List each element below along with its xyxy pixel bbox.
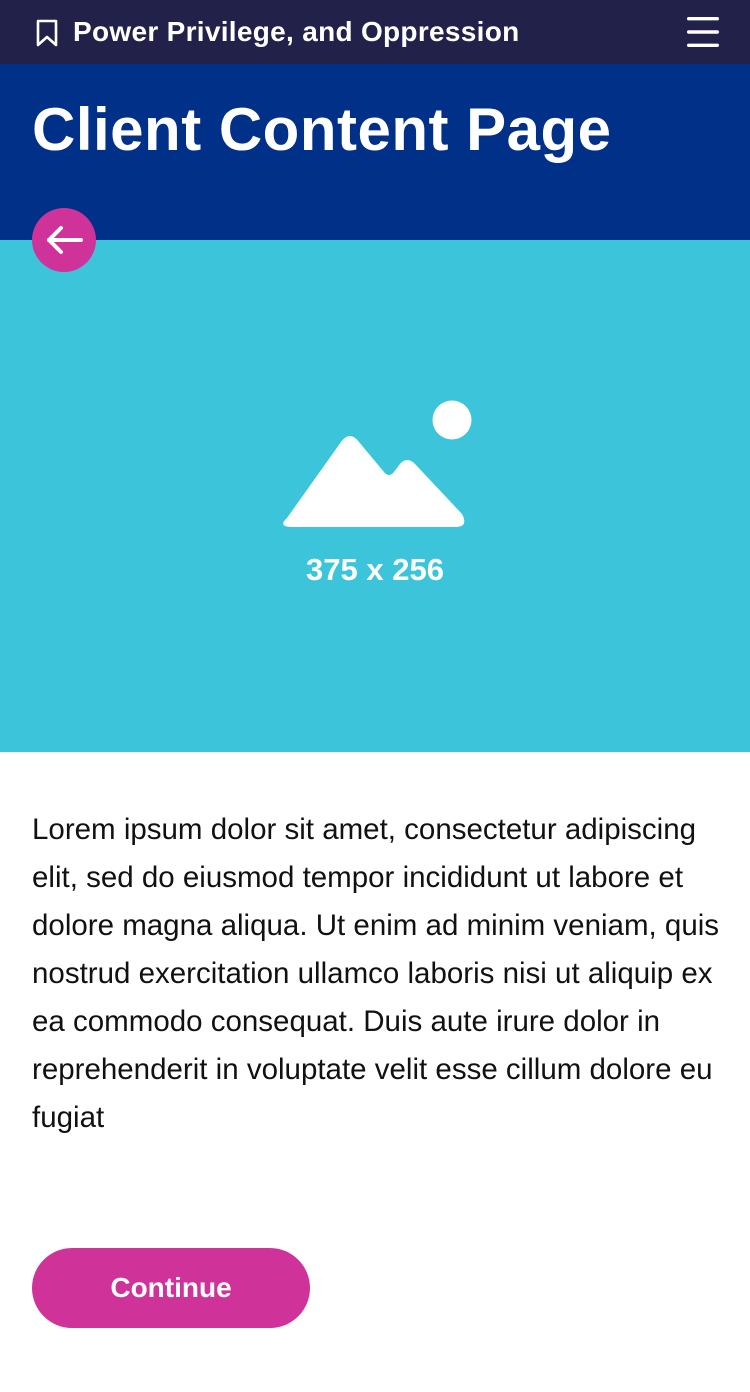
client-content-page: Power Privilege, and Oppression Client C… [0, 0, 750, 1392]
hamburger-menu-icon[interactable] [683, 14, 723, 50]
app-title: Power Privilege, and Oppression [73, 16, 520, 47]
continue-button[interactable]: Continue [32, 1248, 310, 1328]
image-placeholder-icon [283, 400, 472, 527]
body-paragraph: Lorem ipsum dolor sit amet, consectetur … [32, 813, 720, 1134]
app-bar: Power Privilege, and Oppression [0, 0, 750, 64]
page-title: Client Content Page [32, 96, 612, 163]
hero-image-placeholder: 375 x 256 [0, 240, 750, 752]
page-header: Client Content Page [0, 64, 750, 240]
image-dimensions-label: 375 x 256 [306, 552, 444, 587]
back-button[interactable] [32, 208, 96, 272]
arrow-left-icon [47, 226, 83, 254]
bookmark-icon[interactable] [36, 19, 58, 47]
